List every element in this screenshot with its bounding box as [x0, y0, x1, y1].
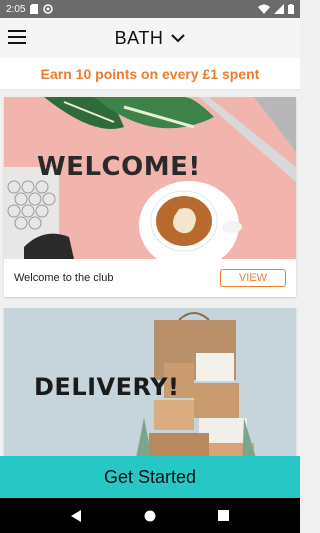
welcome-hero-text: WELCOME!: [37, 152, 201, 182]
get-started-label: Get Started: [103, 466, 197, 487]
delivery-card[interactable]: DELIVERY!: [4, 308, 296, 456]
promo-text: Earn 10 points on every £1 spent: [40, 65, 260, 82]
offers-feed[interactable]: WELCOME! Welcome to the club VIEW DELIVE…: [0, 90, 300, 456]
home-icon[interactable]: [138, 504, 162, 528]
sync-icon: [43, 4, 54, 14]
recents-icon[interactable]: [211, 504, 235, 528]
system-nav-bar: [0, 498, 300, 533]
welcome-card-image: WELCOME!: [4, 97, 296, 259]
chevron-down-icon: [171, 34, 186, 43]
location-label: BATH: [114, 27, 164, 48]
status-time: 2:05: [6, 3, 26, 15]
delivery-hero-text: DELIVERY!: [34, 373, 180, 401]
get-started-button[interactable]: Get Started: [0, 456, 300, 498]
sd-card-icon: [30, 4, 39, 14]
signal-icon: [274, 4, 284, 14]
delivery-card-image: DELIVERY!: [4, 308, 296, 456]
back-icon[interactable]: [65, 504, 89, 528]
app-bar: BATH: [0, 18, 300, 58]
wifi-icon: [258, 4, 270, 14]
promo-banner: Earn 10 points on every £1 spent: [0, 58, 300, 90]
card-title: Welcome to the club: [14, 272, 114, 284]
view-button[interactable]: VIEW: [220, 269, 286, 287]
battery-icon: [288, 4, 294, 14]
welcome-card[interactable]: WELCOME! Welcome to the club VIEW: [4, 97, 296, 297]
status-bar: 2:05: [0, 0, 300, 18]
location-selector[interactable]: BATH: [0, 18, 300, 58]
